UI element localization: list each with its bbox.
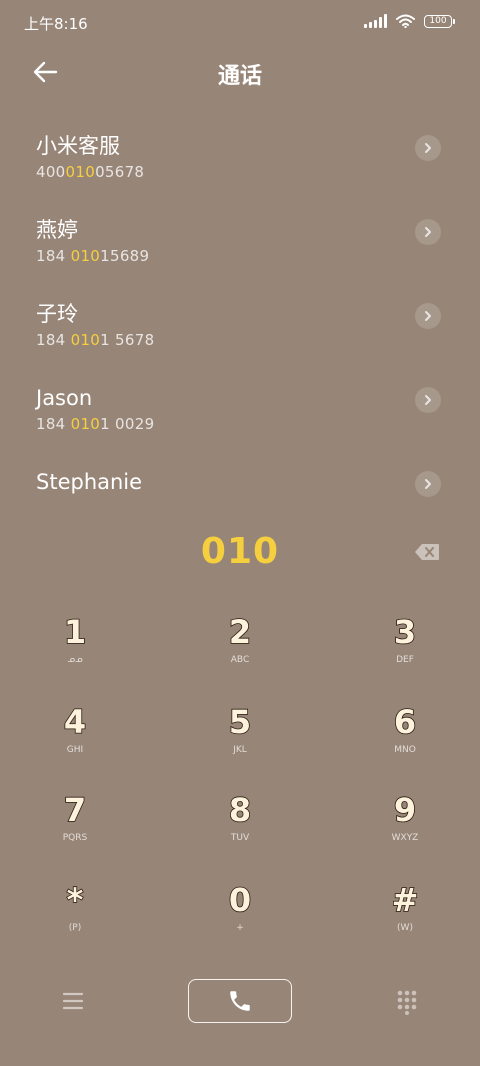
key-1[interactable]: 1 ᓄᓄ — [15, 612, 135, 692]
contact-name: 燕婷 — [36, 218, 78, 242]
contact-detail-button[interactable] — [415, 219, 441, 245]
battery-icon: 100 — [424, 14, 455, 28]
contact-number: 184 0101 0029 — [36, 415, 155, 433]
key-7[interactable]: 7 PQRS — [15, 790, 135, 870]
chevron-right-icon — [425, 311, 431, 321]
contact-name: 小米客服 — [36, 134, 120, 158]
contact-number: 40001005678 — [36, 163, 145, 181]
phone-icon — [230, 991, 250, 1011]
contact-row[interactable]: 燕婷 184 01015689 — [0, 189, 480, 273]
status-icons: 100 — [364, 14, 455, 28]
bottom-action-bar — [0, 975, 480, 1031]
contact-name: 子玲 — [36, 302, 78, 326]
contact-row[interactable]: Jason 184 0101 0029 — [0, 357, 480, 441]
signal-icon — [364, 14, 387, 28]
key-0[interactable]: 0 + — [180, 880, 300, 960]
menu-icon[interactable] — [61, 990, 85, 1012]
contact-number: 184 01015689 — [36, 247, 150, 265]
dialed-number[interactable]: 010 — [0, 530, 480, 574]
contact-row[interactable]: 子玲 184 0101 5678 — [0, 273, 480, 357]
chevron-right-icon — [425, 395, 431, 405]
key-2[interactable]: 2 ABC — [180, 612, 300, 692]
contact-name: Jason — [36, 386, 93, 410]
contact-row[interactable]: Stephanie — [0, 441, 480, 525]
contact-detail-button[interactable] — [415, 135, 441, 161]
dialpad-icon[interactable] — [395, 989, 419, 1015]
wifi-icon — [396, 14, 415, 28]
key-hash[interactable]: # (W) — [345, 880, 465, 960]
contact-row[interactable]: 小米客服 40001005678 — [0, 105, 480, 189]
contact-number: 184 0101 5678 — [36, 331, 155, 349]
contact-results-list: 小米客服 40001005678 燕婷 184 01015689 子玲 184 … — [0, 105, 480, 525]
page-title: 通话 — [217, 64, 262, 89]
chevron-right-icon — [425, 143, 431, 153]
contact-detail-button[interactable] — [415, 471, 441, 497]
key-3[interactable]: 3 DEF — [345, 612, 465, 692]
call-button[interactable] — [188, 979, 292, 1023]
backspace-icon[interactable] — [414, 543, 440, 561]
key-4[interactable]: 4 GHI — [15, 702, 135, 782]
status-bar: 上午8:16 100 — [0, 0, 480, 46]
contact-name: Stephanie — [36, 470, 143, 494]
chevron-right-icon — [425, 227, 431, 237]
key-star[interactable]: * (P) — [15, 880, 135, 960]
status-time: 上午8:16 — [24, 15, 88, 33]
chevron-right-icon — [425, 479, 431, 489]
key-6[interactable]: 6 MNO — [345, 702, 465, 782]
contact-detail-button[interactable] — [415, 303, 441, 329]
contact-detail-button[interactable] — [415, 387, 441, 413]
key-9[interactable]: 9 WXYZ — [345, 790, 465, 870]
header: 通话 — [0, 46, 480, 102]
key-5[interactable]: 5 JKL — [180, 702, 300, 782]
key-8[interactable]: 8 TUV — [180, 790, 300, 870]
